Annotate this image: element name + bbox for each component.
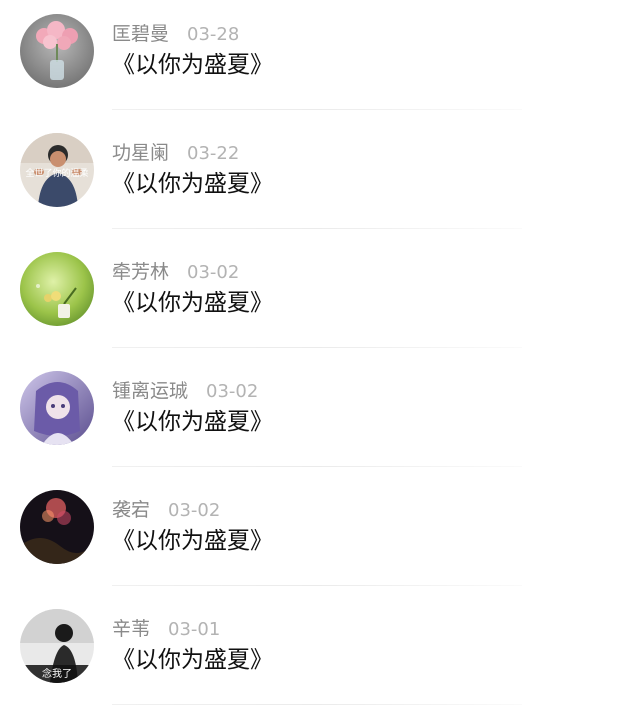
user-name[interactable]: 辛苇 <box>112 618 150 640</box>
comment-content[interactable]: 《以你为盛夏》 <box>112 49 273 81</box>
comment-item[interactable]: 牵芳林 03-02 《以你为盛夏》 <box>0 238 640 357</box>
avatar[interactable] <box>20 14 94 88</box>
comment-content[interactable]: 《以你为盛夏》 <box>112 168 273 200</box>
avatar[interactable] <box>20 371 94 445</box>
comment-item[interactable]: 袭宕 03-02 《以你为盛夏》 <box>0 476 640 595</box>
comment-content[interactable]: 《以你为盛夏》 <box>112 525 273 557</box>
comment-date: 03-02 <box>206 381 259 402</box>
avatar[interactable]: 全世了你的温柔 <box>20 133 94 207</box>
user-name[interactable]: 功星阑 <box>112 142 169 164</box>
comment-meta: 袭宕 03-02 <box>112 497 220 523</box>
avatar[interactable]: 念我了 <box>20 609 94 683</box>
avatar-person-icon: 全世了你的温柔 <box>20 133 94 207</box>
svg-text:念我了: 念我了 <box>42 667 72 680</box>
user-name[interactable]: 匡碧曼 <box>112 23 169 45</box>
comment-item[interactable]: 念我了 辛苇 03-01 《以你为盛夏》 <box>0 595 640 714</box>
comment-date: 03-01 <box>168 619 221 640</box>
divider <box>112 466 522 467</box>
comment-content[interactable]: 《以你为盛夏》 <box>112 406 273 438</box>
user-name[interactable]: 袭宕 <box>112 499 150 521</box>
comment-item[interactable]: 全世了你的温柔 功星阑 03-22 《以你为盛夏》 <box>0 119 640 238</box>
comment-content[interactable]: 《以你为盛夏》 <box>112 287 273 319</box>
comment-content[interactable]: 《以你为盛夏》 <box>112 644 273 676</box>
divider <box>112 347 522 348</box>
comment-list: 匡碧曼 03-28 《以你为盛夏》 全世了你的温柔 功星阑 03-22 《以你为盛夏… <box>0 0 640 727</box>
avatar-plant-icon <box>20 252 94 326</box>
divider <box>112 704 522 705</box>
comment-meta: 辛苇 03-01 <box>112 616 220 642</box>
comment-date: 03-22 <box>187 143 240 164</box>
avatar-night-lights-icon <box>20 490 94 564</box>
avatar-bw-photo-icon: 念我了 <box>20 609 94 683</box>
avatar[interactable] <box>20 490 94 564</box>
divider <box>112 228 522 229</box>
divider <box>112 109 522 110</box>
comment-meta: 锺离运珹 03-02 <box>112 378 258 404</box>
user-name[interactable]: 牵芳林 <box>112 261 169 283</box>
avatar[interactable] <box>20 252 94 326</box>
comment-meta: 功星阑 03-22 <box>112 140 239 166</box>
divider <box>112 585 522 586</box>
comment-date: 03-02 <box>187 262 240 283</box>
avatar-flowers-icon <box>20 14 94 88</box>
user-name[interactable]: 锺离运珹 <box>112 380 188 402</box>
comment-meta: 牵芳林 03-02 <box>112 259 239 285</box>
comment-meta: 匡碧曼 03-28 <box>112 21 239 47</box>
svg-text:全世了你的温柔: 全世了你的温柔 <box>25 167 88 179</box>
comment-date: 03-02 <box>168 500 221 521</box>
comment-item[interactable]: 匡碧曼 03-28 《以你为盛夏》 <box>0 0 640 119</box>
comment-item[interactable]: 锺离运珹 03-02 《以你为盛夏》 <box>0 357 640 476</box>
avatar-anime-icon <box>20 371 94 445</box>
comment-date: 03-28 <box>187 24 240 45</box>
